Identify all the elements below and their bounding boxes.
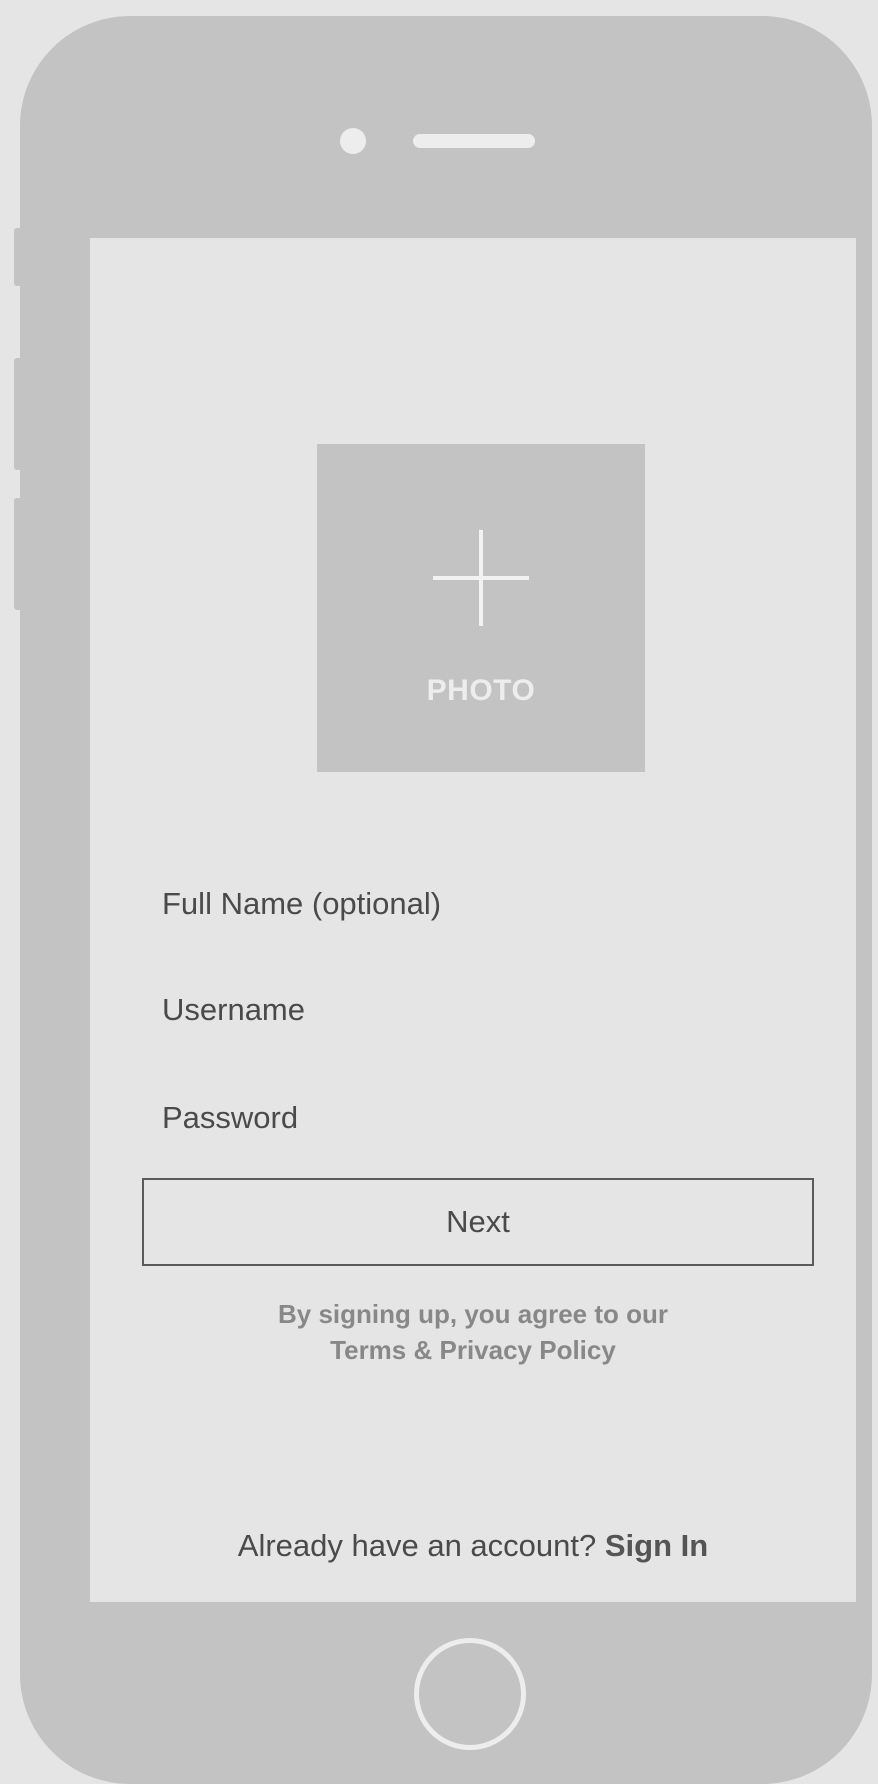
sign-in-link[interactable]: Sign In: [605, 1528, 708, 1563]
signup-screen: PHOTO Full Name (optional) Username Pass…: [90, 238, 856, 1602]
sign-in-row: Already have an account? Sign In: [90, 1528, 856, 1564]
sign-in-prompt: Already have an account?: [237, 1528, 605, 1563]
password-input[interactable]: Password: [162, 1088, 802, 1148]
full-name-input[interactable]: Full Name (optional): [162, 874, 802, 934]
phone-frame: PHOTO Full Name (optional) Username Pass…: [20, 16, 872, 1784]
plus-icon: [433, 530, 529, 626]
home-button[interactable]: [414, 1638, 526, 1750]
full-name-placeholder: Full Name (optional): [162, 886, 442, 921]
speaker-icon: [413, 134, 535, 148]
password-placeholder: Password: [162, 1100, 299, 1135]
camera-icon: [340, 128, 366, 154]
username-placeholder: Username: [162, 992, 305, 1027]
next-button[interactable]: Next: [142, 1178, 814, 1266]
terms-notice: By signing up, you agree to our Terms & …: [90, 1296, 856, 1368]
username-input[interactable]: Username: [162, 980, 802, 1040]
add-photo-button[interactable]: PHOTO: [317, 444, 645, 772]
photo-label: PHOTO: [426, 674, 536, 707]
terms-privacy-link[interactable]: Terms & Privacy Policy: [90, 1332, 856, 1368]
terms-line: By signing up, you agree to our: [277, 1299, 669, 1329]
